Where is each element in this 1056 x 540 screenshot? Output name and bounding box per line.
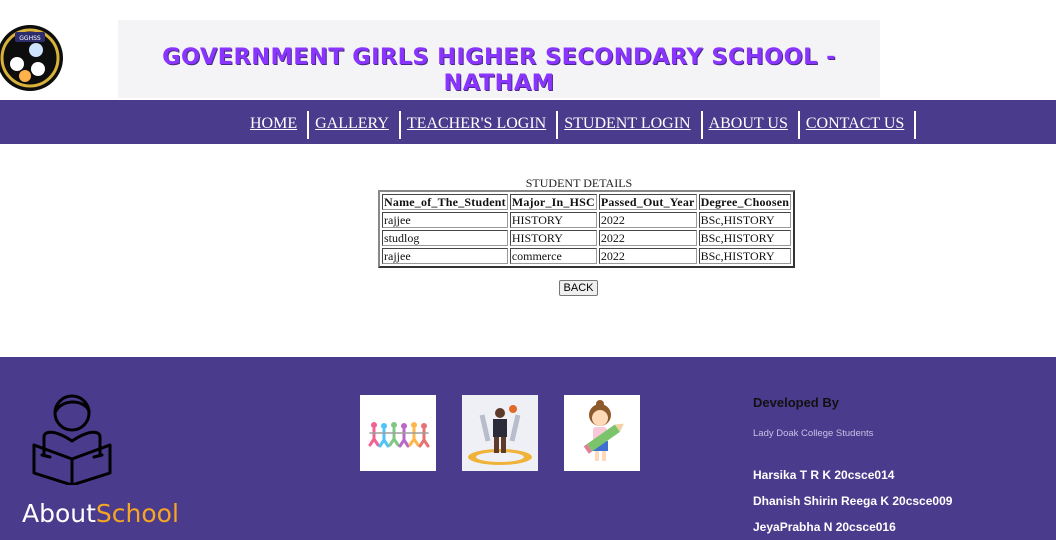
table-cell: rajjee bbox=[382, 212, 508, 228]
school-logo: GGHSS bbox=[0, 20, 64, 96]
footer-brand: AboutSchool bbox=[22, 499, 179, 528]
basketball-player-icon bbox=[462, 395, 538, 471]
main-nav: HOME GALLERY TEACHER'S LOGIN STUDENT LOG… bbox=[0, 100, 1056, 144]
college-label: Lady Doak College Students bbox=[753, 428, 874, 439]
table-cell: BSc,HISTORY bbox=[698, 248, 792, 264]
nav-list: HOME GALLERY TEACHER'S LOGIN STUDENT LOG… bbox=[245, 111, 917, 139]
footer: AboutSchool Developed By Lady Doak Colle… bbox=[0, 357, 1056, 540]
table-cell: HISTORY bbox=[509, 230, 597, 246]
developed-by-heading: Developed By bbox=[753, 395, 839, 410]
table-cell: 2022 bbox=[598, 230, 697, 246]
girl-pencil-icon bbox=[564, 395, 640, 471]
logo-text: GGHSS bbox=[19, 35, 41, 42]
table-row: studlog HISTORY 2022 BSc,HISTORY bbox=[382, 230, 792, 246]
column-header: Major_In_HSC bbox=[509, 194, 597, 210]
back-button[interactable]: BACK bbox=[559, 280, 598, 296]
table-cell: studlog bbox=[382, 230, 508, 246]
developer-name: Harsika T R K 20csce014 bbox=[753, 468, 895, 482]
student-details-table: Name_of_The_Student Major_In_HSC Passed_… bbox=[378, 190, 796, 268]
page-title: GOVERNMENT GIRLS HIGHER SECONDARY SCHOOL… bbox=[162, 44, 836, 96]
reader-icon bbox=[26, 393, 118, 487]
table-cell: BSc,HISTORY bbox=[698, 212, 792, 228]
table-cell: commerce bbox=[509, 248, 597, 264]
table-row: rajjee commerce 2022 BSc,HISTORY bbox=[382, 248, 792, 264]
column-header: Name_of_The_Student bbox=[382, 194, 508, 210]
developer-name: JeyaPrabha N 20csce016 bbox=[753, 520, 896, 534]
nav-gallery[interactable]: GALLERY bbox=[310, 111, 401, 139]
brand-about: About bbox=[22, 499, 96, 528]
table-cell: 2022 bbox=[598, 212, 697, 228]
nav-contact-us[interactable]: CONTACT US bbox=[801, 111, 917, 139]
table-cell: rajjee bbox=[382, 248, 508, 264]
table-header-row: Name_of_The_Student Major_In_HSC Passed_… bbox=[382, 194, 792, 210]
table-caption: STUDENT DETAILS bbox=[525, 176, 633, 190]
table-row: rajjee HISTORY 2022 BSc,HISTORY bbox=[382, 212, 792, 228]
nav-home[interactable]: HOME bbox=[245, 111, 310, 139]
table-cell: BSc,HISTORY bbox=[698, 230, 792, 246]
nav-about-us[interactable]: ABOUT US bbox=[704, 111, 800, 139]
brand-school: School bbox=[95, 499, 179, 528]
table-cell: HISTORY bbox=[509, 212, 597, 228]
nav-student-login[interactable]: STUDENT LOGIN bbox=[559, 111, 703, 139]
developer-name: Dhanish Shirin Reega K 20csce009 bbox=[753, 494, 953, 508]
kids-icon bbox=[360, 395, 436, 471]
school-banner: GOVERNMENT GIRLS HIGHER SECONDARY SCHOOL… bbox=[118, 20, 880, 98]
nav-teacher-login[interactable]: TEACHER'S LOGIN bbox=[402, 111, 559, 139]
table-cell: 2022 bbox=[598, 248, 697, 264]
column-header: Passed_Out_Year bbox=[598, 194, 697, 210]
column-header: Degree_Choosen bbox=[698, 194, 792, 210]
